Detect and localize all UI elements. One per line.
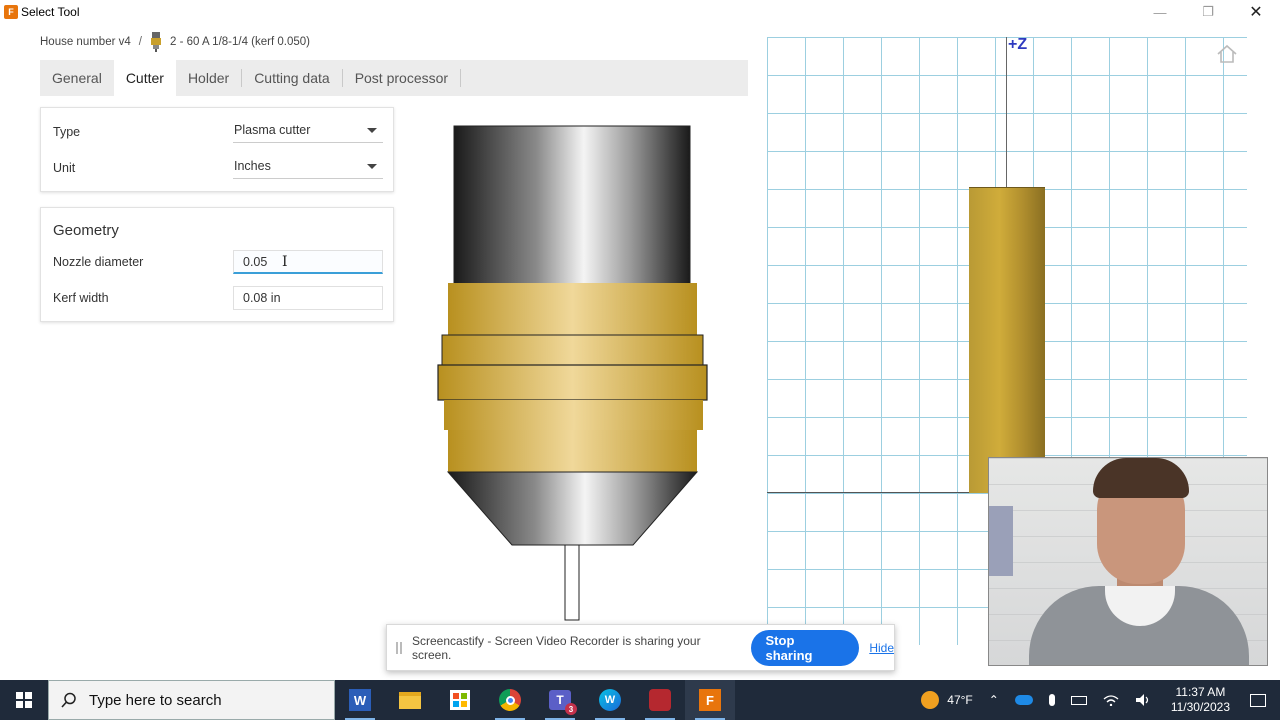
tab-holder[interactable]: Holder (176, 60, 241, 96)
hide-link[interactable]: Hide (869, 641, 894, 655)
type-select[interactable]: Plasma cutter (233, 119, 383, 143)
clock-date: 11/30/2023 (1170, 700, 1230, 714)
taskbar: Type here to search W T 3 W F 47°F ⌃ 11:… (0, 680, 1280, 720)
nozzle-diameter-label: Nozzle diameter (53, 255, 144, 269)
kerf-width-input[interactable]: 0.08 in (233, 286, 383, 310)
maximize-button[interactable]: ❐ (1184, 0, 1232, 24)
battery-icon[interactable] (1070, 695, 1087, 705)
screen-share-bar: Screencastify - Screen Video Recorder is… (386, 624, 895, 671)
torch-collar (448, 283, 697, 335)
window-controls: — ❐ ✕ (1136, 0, 1280, 24)
unit-label: Unit (53, 161, 76, 175)
minimize-button[interactable]: — (1136, 0, 1184, 24)
type-label: Type (53, 125, 81, 139)
breadcrumb-separator: / (138, 36, 142, 48)
breadcrumb: House number v4 / 2 - 60 A 1/8-1/4 (kerf… (40, 32, 310, 52)
chevron-up-icon[interactable]: ⌃ (989, 693, 999, 707)
notification-badge: 3 (565, 703, 577, 715)
search-icon (61, 692, 76, 708)
drag-handle-icon[interactable] (396, 641, 402, 654)
taskbar-search[interactable]: Type here to search (48, 680, 335, 720)
torch-ring (444, 400, 703, 430)
type-panel: Type Plasma cutter Unit Inches (40, 107, 394, 192)
chrome-icon[interactable] (485, 680, 535, 720)
geometry-title: Geometry (53, 222, 119, 239)
tab-cutting-data[interactable]: Cutting data (242, 60, 342, 96)
tab-divider (460, 69, 462, 87)
stop-sharing-button[interactable]: Stop sharing (750, 629, 860, 666)
chevron-down-icon (367, 164, 377, 169)
window-title: Select Tool (21, 5, 80, 19)
plasma-torch-icon (150, 32, 162, 52)
type-select-value: Plasma cutter (234, 123, 311, 137)
webcam-overlay (988, 457, 1268, 666)
sun-icon (921, 691, 940, 709)
webex-icon[interactable]: W (585, 680, 635, 720)
nozzle-diameter-value: 0.05 (243, 255, 268, 269)
chevron-down-icon (367, 128, 377, 133)
breadcrumb-document[interactable]: House number v4 (40, 36, 131, 48)
geometry-panel: Geometry Nozzle diameter 0.05 I Kerf wid… (40, 207, 394, 322)
kerf-width-label: Kerf width (53, 291, 109, 305)
teams-icon[interactable]: T 3 (535, 680, 585, 720)
onedrive-icon[interactable] (1014, 695, 1033, 705)
windows-start-button[interactable] (0, 680, 48, 720)
tab-general[interactable]: General (40, 60, 114, 96)
title-bar: F Select Tool — ❐ ✕ (0, 0, 1280, 24)
nozzle-diameter-input[interactable]: 0.05 I (233, 250, 383, 274)
weather-widget[interactable]: 47°F (921, 691, 973, 709)
unit-select-value: Inches (234, 159, 271, 173)
torch-nozzle-cone (446, 471, 699, 546)
unit-select[interactable]: Inches (233, 155, 383, 179)
fusion-taskbar-icon[interactable]: F (685, 680, 735, 720)
torch-tip (564, 544, 580, 621)
windows-logo-icon (16, 692, 32, 708)
tab-bar: General Cutter Holder Cutting data Post … (40, 60, 748, 96)
breadcrumb-tool: 2 - 60 A 1/8-1/4 (kerf 0.050) (169, 36, 310, 48)
text-cursor-icon: I (282, 254, 288, 270)
weather-temp: 47°F (947, 693, 973, 707)
file-explorer-icon[interactable] (385, 680, 435, 720)
tool-3d-preview (969, 187, 1045, 493)
system-tray: 47°F ⌃ 11:37 AM 11/30/2023 (913, 680, 1280, 720)
search-placeholder: Type here to search (89, 691, 222, 709)
plasma-torch-preview (437, 125, 708, 621)
red-app-icon[interactable] (635, 680, 685, 720)
torch-ring (441, 334, 704, 366)
kerf-width-value: 0.08 in (243, 291, 281, 305)
home-icon[interactable] (1216, 44, 1238, 64)
fusion-app-icon: F (4, 5, 18, 19)
word-app-icon[interactable]: W (335, 680, 385, 720)
torch-ring (448, 430, 697, 472)
clock-time: 11:37 AM (1175, 685, 1226, 699)
store-icon[interactable] (435, 680, 485, 720)
microphone-icon[interactable] (1048, 694, 1055, 706)
z-axis-label: +Z (1008, 36, 1028, 53)
tab-post-processor[interactable]: Post processor (343, 60, 460, 96)
torch-ring (437, 364, 708, 401)
close-button[interactable]: ✕ (1232, 0, 1280, 24)
torch-body (453, 125, 691, 285)
clock[interactable]: 11:37 AM 11/30/2023 (1171, 685, 1230, 715)
notifications-icon[interactable] (1250, 693, 1266, 707)
volume-icon[interactable] (1135, 693, 1151, 707)
wifi-icon[interactable] (1103, 694, 1119, 706)
share-message: Screencastify - Screen Video Recorder is… (411, 633, 701, 662)
tab-cutter[interactable]: Cutter (113, 60, 176, 96)
